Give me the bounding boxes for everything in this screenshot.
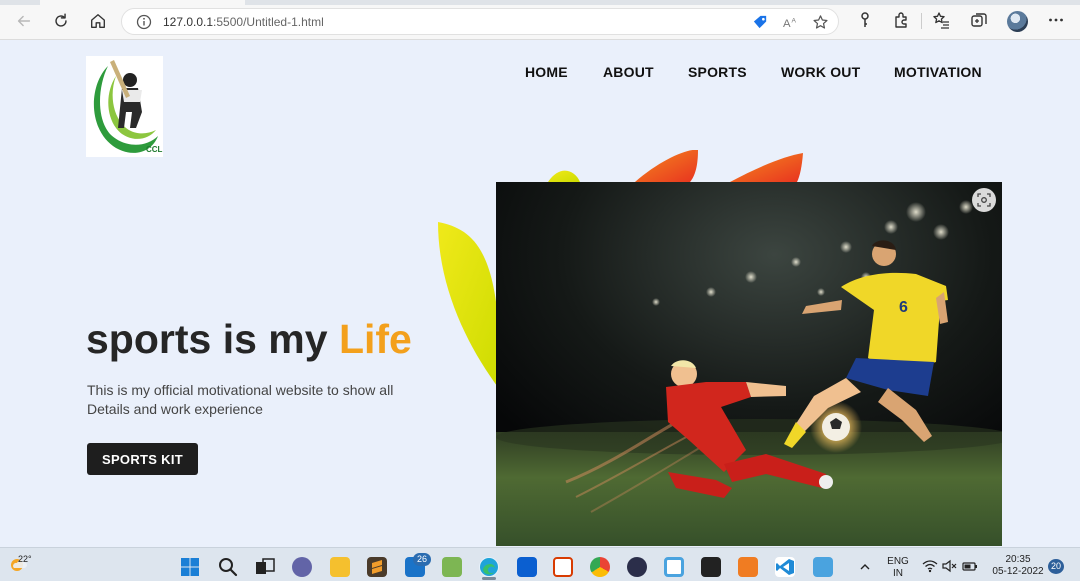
yellow-leaf-small xyxy=(548,170,580,182)
edge-browser-icon[interactable] xyxy=(479,557,499,577)
lang-top: ENG xyxy=(887,556,909,567)
address-bar[interactable]: 127.0.0.1:5500/Untitled-1.html AA xyxy=(121,8,839,35)
key-icon[interactable] xyxy=(856,11,874,29)
chevron-up-icon[interactable] xyxy=(858,560,872,574)
url-text[interactable]: 127.0.0.1:5500/Untitled-1.html xyxy=(163,15,324,29)
favorites-icon[interactable] xyxy=(932,11,950,29)
teams-chat-icon[interactable] xyxy=(292,557,312,577)
read-aloud-icon[interactable]: AA xyxy=(782,14,799,31)
file-explorer-icon[interactable] xyxy=(330,557,350,577)
nox-player-icon[interactable] xyxy=(701,557,721,577)
svg-text:A: A xyxy=(791,18,796,25)
tab-strip xyxy=(0,0,1080,5)
notepad-icon[interactable] xyxy=(813,557,833,577)
volume-muted-icon[interactable] xyxy=(942,559,958,573)
toolbar-divider xyxy=(921,13,922,29)
orange-leaf-left xyxy=(635,150,698,182)
info-icon[interactable] xyxy=(136,14,152,30)
favorite-star-icon[interactable] xyxy=(812,14,829,31)
tag-icon[interactable] xyxy=(752,14,769,31)
hero-desc-line-2: Details and work experience xyxy=(87,401,263,417)
extensions-icon[interactable] xyxy=(892,11,910,29)
back-arrow-icon[interactable] xyxy=(13,10,35,32)
input-language[interactable]: ENG IN xyxy=(885,556,911,580)
mail-badge: 26 xyxy=(413,553,432,566)
refresh-icon[interactable] xyxy=(50,10,72,32)
orange-leaf-right xyxy=(730,153,803,182)
eclipse-icon[interactable] xyxy=(627,557,647,577)
nav-motivation[interactable]: MOTIVATION xyxy=(894,64,982,80)
hex-app-icon[interactable] xyxy=(664,557,684,577)
vscode-icon[interactable] xyxy=(775,557,795,577)
clock[interactable]: 20:35 05-12-2022 xyxy=(986,554,1050,578)
logo-text: CCL xyxy=(146,145,163,154)
main-nav: HOME ABOUT SPORTS WORK OUT MOTIVATION xyxy=(0,64,1080,82)
chrome-icon[interactable] xyxy=(590,557,610,577)
collections-icon[interactable] xyxy=(970,11,988,29)
nav-home[interactable]: HOME xyxy=(525,64,568,80)
more-icon[interactable] xyxy=(1047,11,1065,29)
weather-temp: 22° xyxy=(18,554,32,564)
hero-title: sports is my Life xyxy=(86,316,412,363)
hero-title-accent: Life xyxy=(338,316,412,362)
visual-search-icon[interactable] xyxy=(972,188,996,212)
wifi-icon[interactable] xyxy=(922,559,938,573)
hero-description: This is my official motivational website… xyxy=(87,381,407,419)
hero-image-football: 6 xyxy=(496,182,1002,546)
nav-work-out[interactable]: WORK OUT xyxy=(781,64,860,80)
paint-icon[interactable] xyxy=(442,557,462,577)
clock-time: 20:35 xyxy=(1005,554,1031,565)
svg-text:A: A xyxy=(783,18,791,30)
active-tab[interactable] xyxy=(40,0,245,5)
lang-bottom: IN xyxy=(893,568,903,579)
hero-title-main: sports is my xyxy=(86,316,339,362)
sports-kit-button[interactable]: SPORTS KIT xyxy=(87,443,198,475)
notification-badge[interactable]: 20 xyxy=(1048,559,1065,574)
clock-date: 05-12-2022 xyxy=(992,566,1044,577)
xampp-icon[interactable] xyxy=(738,557,758,577)
nav-sports[interactable]: SPORTS xyxy=(688,64,747,80)
sublime-text-icon[interactable] xyxy=(367,557,387,577)
profile-avatar[interactable] xyxy=(1007,11,1028,32)
windows-taskbar: 22° 26 ENG IN 20:35 05-12-2022 20 xyxy=(0,547,1080,581)
home-icon[interactable] xyxy=(87,10,109,32)
url-path: :5500/Untitled-1.html xyxy=(213,15,324,29)
battery-icon[interactable] xyxy=(962,559,978,573)
nav-about[interactable]: ABOUT xyxy=(603,64,654,80)
yellow-leaf-large xyxy=(438,222,501,390)
browser-toolbar: 127.0.0.1:5500/Untitled-1.html AA xyxy=(0,0,1080,40)
active-app-indicator xyxy=(482,577,496,580)
office-icon[interactable] xyxy=(553,557,573,577)
search-icon[interactable] xyxy=(218,557,238,577)
player-number: 6 xyxy=(899,299,908,316)
hero-desc-line-1: This is my official motivational website… xyxy=(87,382,394,398)
windows-start-icon[interactable] xyxy=(180,557,200,577)
task-view-icon[interactable] xyxy=(255,557,275,577)
url-host: 127.0.0.1 xyxy=(163,15,214,29)
store-icon[interactable] xyxy=(517,557,537,577)
